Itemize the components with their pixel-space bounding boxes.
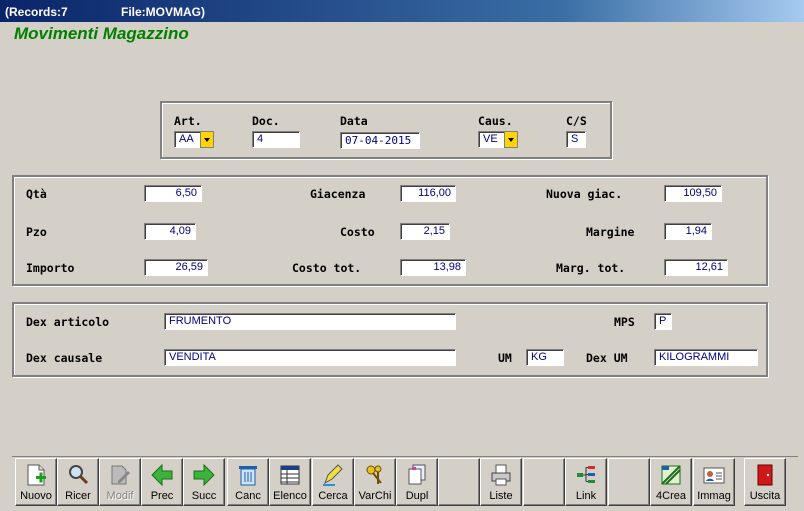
modif-label: Modif — [106, 490, 134, 502]
varchi-label: VarChi — [358, 490, 392, 502]
exit-door-icon — [757, 464, 773, 486]
qta-label: Qtà — [26, 187, 47, 201]
succ-button[interactable]: Succ — [183, 458, 225, 506]
qta-field[interactable]: 6,50 — [144, 185, 202, 202]
arrow-left-icon — [151, 463, 173, 487]
nuova-giac-label: Nuova giac. — [546, 187, 623, 201]
edit-icon — [111, 465, 130, 485]
margine-field[interactable]: 1,94 — [664, 223, 712, 240]
pzo-label: Pzo — [26, 225, 47, 239]
crea4-label: 4Crea — [656, 490, 686, 502]
ricer-button[interactable]: Ricer — [57, 458, 99, 506]
ricer-label: Ricer — [65, 490, 91, 502]
link-tree-icon — [577, 466, 595, 483]
costo-tot-label: Costo tot. — [292, 261, 362, 275]
costo-field[interactable]: 2,15 — [400, 223, 450, 240]
costo-tot-field[interactable]: 13,98 — [400, 259, 466, 276]
keys-icon — [366, 465, 382, 484]
data-label: Data — [340, 114, 368, 128]
giacenza-label: Giacenza — [310, 187, 366, 201]
doc-field[interactable]: 4 — [252, 131, 300, 148]
importo-field[interactable]: 26,59 — [144, 259, 208, 276]
elenco-button[interactable]: Elenco — [269, 458, 311, 506]
margine-label: Margine — [586, 225, 635, 239]
varchi-button[interactable]: VarChi — [354, 458, 396, 506]
art-dropdown-icon[interactable] — [200, 131, 214, 148]
form-title: Movimenti Magazzino — [14, 24, 189, 43]
cerca-label: Cerca — [318, 490, 348, 502]
dex-causale-label: Dex causale — [26, 351, 103, 365]
empty-toolbar-button-1[interactable] — [438, 458, 480, 506]
costo-label: Costo — [340, 225, 375, 239]
values-group — [12, 175, 768, 286]
liste-label: Liste — [489, 490, 513, 502]
empty-toolbar-button-2[interactable] — [523, 458, 565, 506]
prec-label: Prec — [150, 490, 174, 502]
printer-icon — [491, 464, 511, 486]
nuovo-button[interactable]: Nuovo — [15, 458, 57, 506]
highlighter-icon — [323, 464, 343, 486]
giacenza-field[interactable]: 116,00 — [400, 185, 456, 202]
um-label: UM — [498, 351, 512, 365]
header-group — [160, 101, 612, 159]
dex-um-field[interactable]: KILOGRAMMI — [654, 349, 758, 366]
dex-articolo-field[interactable]: FRUMENTO — [164, 313, 456, 330]
trash-icon — [239, 466, 257, 486]
table-list-icon — [280, 465, 300, 485]
data-field[interactable]: 07-04-2015 — [340, 132, 420, 149]
cerca-button[interactable]: Cerca — [312, 458, 354, 506]
succ-label: Succ — [191, 490, 217, 502]
um-field[interactable]: KG — [526, 349, 564, 366]
nuova-giac-field[interactable]: 109,50 — [664, 185, 722, 202]
canc-button[interactable]: Canc — [227, 458, 269, 506]
arrow-right-icon — [193, 463, 215, 487]
empty-toolbar-button-3[interactable] — [608, 458, 650, 506]
dex-articolo-label: Dex articolo — [26, 315, 110, 329]
design-tool-icon — [661, 465, 681, 485]
canc-label: Canc — [235, 490, 261, 502]
cs-label: C/S — [566, 114, 587, 128]
marg-tot-field[interactable]: 12,61 — [664, 259, 728, 276]
window-title-bar[interactable]: (Records:7 File:MOVMAG) — [0, 0, 804, 22]
link-label: Link — [575, 490, 597, 502]
id-card-icon — [703, 467, 725, 484]
prec-button[interactable]: Prec — [141, 458, 183, 506]
uscita-button[interactable]: Uscita — [744, 458, 786, 506]
magnifier-icon — [69, 465, 89, 485]
dupl-label: Dupl — [405, 490, 429, 502]
modif-button[interactable]: Modif — [99, 458, 141, 506]
records-count: (Records:7 — [5, 5, 68, 19]
dex-um-label: Dex UM — [586, 351, 628, 365]
pzo-field[interactable]: 4,09 — [144, 223, 196, 240]
nuovo-label: Nuovo — [20, 490, 52, 502]
crea4-button[interactable]: 4Crea — [650, 458, 692, 506]
dupl-button[interactable]: Dupl — [396, 458, 438, 506]
duplicate-icon — [408, 464, 426, 485]
new-document-icon — [27, 464, 46, 486]
dex-causale-field[interactable]: VENDITA — [164, 349, 456, 366]
marg-tot-label: Marg. tot. — [556, 261, 626, 275]
mps-label: MPS — [614, 315, 635, 329]
doc-label: Doc. — [252, 114, 280, 128]
liste-button[interactable]: Liste — [480, 458, 522, 506]
file-name: File:MOVMAG) — [121, 5, 205, 19]
cs-field[interactable]: S — [566, 131, 586, 148]
elenco-label: Elenco — [273, 490, 307, 502]
importo-label: Importo — [26, 261, 75, 275]
art-label: Art. — [174, 114, 202, 128]
mps-field[interactable]: P — [654, 313, 672, 330]
immag-button[interactable]: Immag — [693, 458, 735, 506]
caus-label: Caus. — [478, 114, 513, 128]
immag-label: Immag — [697, 490, 731, 502]
caus-dropdown-icon[interactable] — [504, 131, 518, 148]
link-button[interactable]: Link — [565, 458, 607, 506]
uscita-label: Uscita — [749, 490, 781, 502]
